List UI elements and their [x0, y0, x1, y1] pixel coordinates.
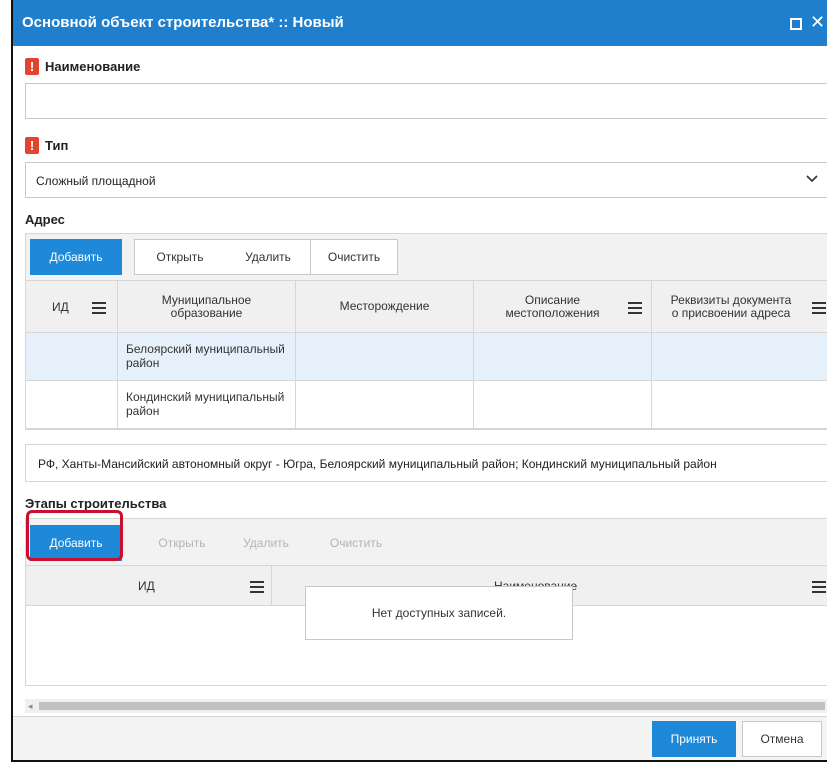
stages-open-button[interactable]: Открыть [138, 525, 226, 561]
dialog-window: Основной объект строительства* :: Новый … [11, 0, 827, 762]
cell-municipality: Кондинский муниципальный район [118, 381, 296, 428]
cell-deposit [296, 333, 474, 380]
stages-section-label: Этапы строительства [25, 496, 167, 511]
address-clear-button[interactable]: Очистить [310, 239, 398, 275]
cell-doc [652, 333, 827, 380]
column-menu-icon[interactable] [812, 581, 826, 593]
scrollbar-thumb[interactable] [39, 702, 825, 710]
cancel-button[interactable]: Отмена [742, 721, 822, 757]
column-header-location-label: Описание местоположения [505, 292, 600, 320]
type-field-label: ! Тип [25, 137, 68, 154]
stages-toolbar: Добавить Открыть Удалить Очистить [25, 518, 827, 566]
column-menu-icon[interactable] [812, 302, 826, 314]
stages-clear-button[interactable]: Очистить [312, 525, 400, 561]
chevron-down-icon [806, 175, 818, 183]
dialog-title: Основной объект строительства* :: Новый [22, 14, 344, 31]
table-row[interactable]: Кондинский муниципальный район [26, 381, 827, 429]
column-header-id[interactable]: ИД [26, 281, 118, 332]
address-grid: ИД Муниципальное образование Месторожден… [25, 281, 827, 430]
address-open-button[interactable]: Открыть [136, 239, 224, 275]
cell-doc [652, 381, 827, 428]
cell-id [26, 333, 118, 380]
column-header-id-label: ИД [138, 579, 155, 593]
dialog-titlebar: Основной объект строительства* :: Новый … [13, 0, 827, 46]
column-header-deposit-label: Месторождение [339, 299, 430, 313]
column-header-doc-label: Реквизиты документа о присвоении адреса [670, 292, 792, 320]
table-row[interactable]: Белоярский муниципальный район [26, 333, 827, 381]
column-menu-icon[interactable] [92, 302, 106, 314]
column-menu-icon[interactable] [250, 581, 264, 593]
cell-id [26, 381, 118, 428]
cell-municipality: Белоярский муниципальный район [118, 333, 296, 380]
name-input[interactable] [25, 83, 827, 119]
empty-records-box: Нет доступных записей. [305, 586, 573, 640]
type-select-value: Сложный площадной [36, 174, 156, 188]
maximize-icon[interactable] [790, 18, 802, 30]
dialog-footer: Принять Отмена [13, 716, 827, 760]
column-header-doc[interactable]: Реквизиты документа о присвоении адреса [652, 281, 827, 332]
column-header-location[interactable]: Описание местоположения [474, 281, 652, 332]
column-menu-icon[interactable] [628, 302, 642, 314]
address-toolbar: Добавить Открыть Удалить Очистить [25, 233, 827, 281]
address-add-button[interactable]: Добавить [30, 239, 122, 275]
highlight-frame [26, 510, 123, 561]
address-summary-text: РФ, Ханты-Мансийский автономный округ - … [38, 457, 717, 471]
required-icon: ! [25, 58, 39, 75]
address-summary: РФ, Ханты-Мансийский автономный округ - … [25, 444, 827, 482]
accept-button[interactable]: Принять [652, 721, 736, 757]
column-header-id[interactable]: ИД [26, 566, 272, 605]
column-header-municipality[interactable]: Муниципальное образование [118, 281, 296, 332]
horizontal-scrollbar[interactable]: ◂ [25, 699, 827, 713]
column-header-id-label: ИД [52, 300, 69, 314]
name-label-text: Наименование [45, 59, 141, 74]
address-delete-button[interactable]: Удалить [224, 239, 312, 275]
column-header-deposit[interactable]: Месторождение [296, 281, 474, 332]
stages-delete-button[interactable]: Удалить [222, 525, 310, 561]
cell-location [474, 381, 652, 428]
cell-deposit [296, 381, 474, 428]
address-section-label: Адрес [25, 212, 65, 227]
column-header-municipality-label: Муниципальное образование [161, 292, 252, 320]
scroll-left-icon[interactable]: ◂ [28, 701, 33, 712]
close-icon[interactable]: ✕ [810, 12, 825, 33]
type-select[interactable]: Сложный площадной [25, 162, 827, 198]
stages-grid: ИД Наименование Нет доступных записей. [25, 566, 827, 686]
name-field-label: ! Наименование [25, 58, 140, 75]
cell-location [474, 333, 652, 380]
address-grid-header: ИД Муниципальное образование Месторожден… [26, 281, 827, 333]
required-icon: ! [25, 137, 39, 154]
type-label-text: Тип [45, 138, 69, 153]
